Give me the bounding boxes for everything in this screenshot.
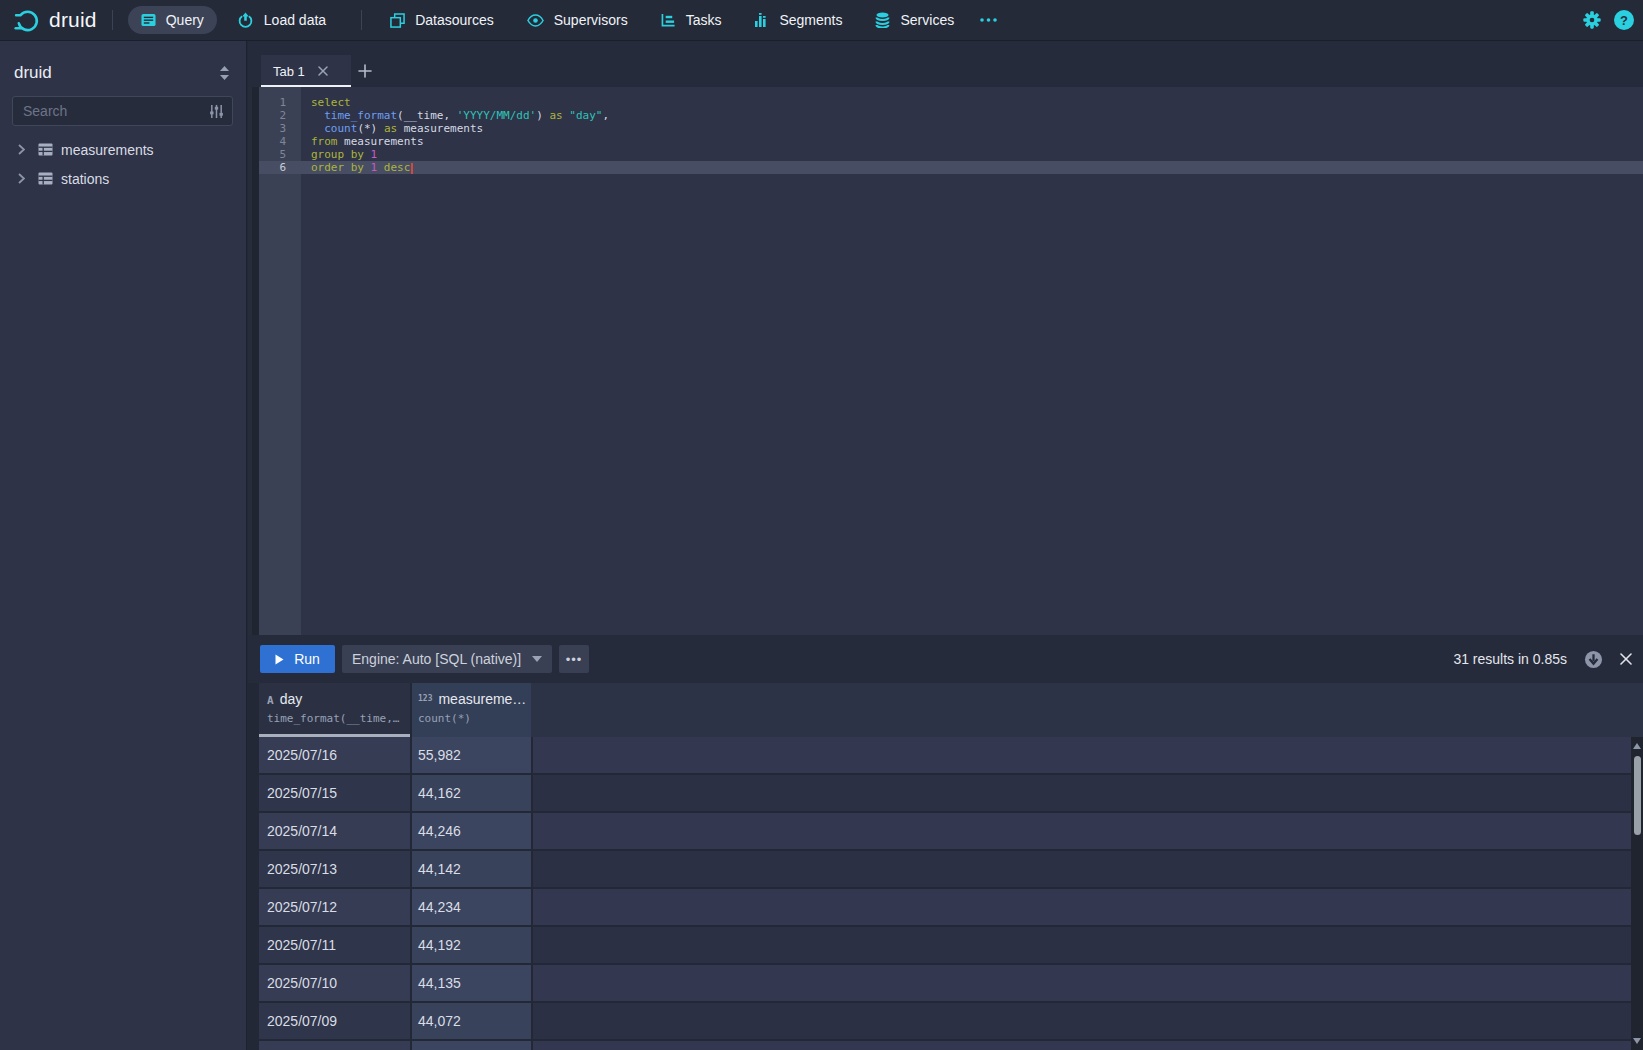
cell-measurements[interactable]: 44,142 [412, 851, 531, 887]
navbar: druid QueryLoad data DatasourcesSuperviso… [0, 0, 1643, 41]
table-icon [38, 143, 53, 156]
code-line-3[interactable]: 3 count(*) as measurements [259, 122, 1643, 135]
search-box [12, 96, 233, 126]
column-header-measurements[interactable]: 123measureme… count(*) [412, 683, 531, 737]
cell-measurements[interactable]: 55,982 [412, 737, 531, 773]
chevron-right-icon[interactable] [18, 144, 25, 155]
cell-measurements[interactable]: 44,246 [412, 813, 531, 849]
run-bar: Run Engine: Auto [SQL (native)] ••• 31 r… [248, 635, 1643, 683]
cell-day[interactable]: 2025/07/13 [259, 851, 410, 887]
engine-label: Engine: Auto [SQL (native)] [352, 651, 521, 667]
editor-left-margin [248, 87, 259, 635]
table-row[interactable]: 2025/07/1444,246 [259, 813, 1631, 849]
table-row[interactable]: 2025/07/0944,072 [259, 1003, 1631, 1039]
caret-down-icon [532, 656, 542, 662]
query-editor[interactable]: 1select2 time_format(__time, 'YYYY/MM/dd… [248, 87, 1643, 635]
cell-day[interactable]: 2025/07/11 [259, 927, 410, 963]
table-row[interactable]: 2025/07/1244,234 [259, 889, 1631, 925]
results-rows: 2025/07/1655,9822025/07/1544,1622025/07/… [259, 737, 1631, 1050]
cell-measurements[interactable]: 44,135 [412, 965, 531, 1001]
code-line-4[interactable]: 4from measurements [259, 135, 1643, 148]
table-row[interactable]: 2025/07/1144,192 [259, 927, 1631, 963]
search-input[interactable] [13, 103, 193, 119]
scroll-up-icon[interactable] [1633, 743, 1641, 749]
double-caret-vertical-icon[interactable] [219, 66, 230, 80]
services-icon [875, 12, 890, 28]
nav-item-datasources[interactable]: Datasources [377, 6, 507, 34]
cell-measurements[interactable]: 44,192 [412, 927, 531, 963]
results-scrollbar[interactable] [1631, 737, 1643, 1050]
nav-item-query[interactable]: Query [128, 6, 217, 34]
scrollbar-thumb[interactable] [1634, 756, 1641, 835]
chevron-right-icon[interactable] [18, 173, 25, 184]
more-options-button[interactable]: ••• [559, 645, 589, 673]
cell-day[interactable]: 2025/07/15 [259, 775, 410, 811]
nav-item-segments[interactable]: Segments [741, 6, 855, 34]
cell-measurements[interactable]: 44,162 [412, 775, 531, 811]
datasources-icon [390, 13, 405, 28]
supervisors-icon [527, 14, 544, 27]
sidebar: druid measurementsstations [0, 41, 247, 1050]
result-count: 31 results in 0.85s [1453, 651, 1567, 667]
table-row[interactable]: 2025/07/1344,142 [259, 851, 1631, 887]
add-tab-button[interactable] [349, 55, 381, 87]
cell-day[interactable]: 2025/07/16 [259, 737, 410, 773]
cell-day[interactable]: 2025/07/12 [259, 889, 410, 925]
tree-item-measurements[interactable]: measurements [0, 135, 246, 164]
gear-icon[interactable] [1583, 11, 1601, 29]
table-row[interactable]: 2025/07/1655,982 [259, 737, 1631, 773]
tree-item-stations[interactable]: stations [0, 164, 246, 193]
cell-day[interactable]: 2025/07/14 [259, 813, 410, 849]
tab-bar: Tab 1 [248, 41, 1643, 87]
query-icon [141, 13, 156, 27]
nav-item-tasks[interactable]: Tasks [648, 6, 735, 34]
engine-select[interactable]: Engine: Auto [SQL (native)] [342, 645, 552, 673]
cell-day[interactable]: 2025/07/09 [259, 1003, 410, 1039]
nav-item-services[interactable]: Services [862, 6, 967, 34]
segments-icon [754, 13, 769, 28]
tab-label: Tab 1 [273, 64, 305, 79]
cell-measurements[interactable]: 44,072 [412, 1003, 531, 1039]
cell-measurements[interactable]: 44,234 [412, 889, 531, 925]
results-header-filler [531, 683, 1643, 737]
table-row-partial [259, 1041, 1631, 1050]
close-results-icon[interactable] [1620, 653, 1632, 665]
code-line-5[interactable]: 5group by 1 [259, 148, 1643, 161]
nav-item-supervisors[interactable]: Supervisors [514, 6, 641, 34]
text-cursor [411, 163, 413, 174]
table-icon [38, 172, 53, 185]
more-icon [980, 18, 997, 22]
table-row[interactable]: 2025/07/1044,135 [259, 965, 1631, 1001]
nav-item-more[interactable] [974, 12, 1003, 28]
results-panel: Aday time_format(__time,… 123measureme… … [248, 683, 1643, 1050]
code-line-1[interactable]: 1select [259, 96, 1643, 109]
tab-close-icon[interactable] [318, 66, 328, 76]
load-data-icon [237, 12, 254, 29]
results-header: Aday time_format(__time,… 123measureme… … [259, 683, 1643, 737]
run-label: Run [294, 651, 320, 667]
tab-1[interactable]: Tab 1 [261, 55, 351, 87]
string-type-icon: A [267, 694, 274, 707]
number-type-icon: 123 [418, 694, 432, 703]
code-line-2[interactable]: 2 time_format(__time, 'YYYY/MM/dd') as "… [259, 109, 1643, 122]
filter-icon[interactable] [209, 104, 224, 123]
cell-day[interactable]: 2025/07/10 [259, 965, 410, 1001]
code-line-6[interactable]: 6order by 1 desc [259, 161, 1643, 174]
help-icon[interactable]: ? [1614, 10, 1634, 30]
nav-divider [112, 10, 113, 30]
logo-text: druid [49, 8, 97, 32]
druid-logo-icon [13, 7, 40, 34]
column-header-day[interactable]: Aday time_format(__time,… [259, 683, 410, 737]
druid-console: druid QueryLoad data DatasourcesSuperviso… [0, 0, 1643, 1050]
scroll-down-icon[interactable] [1633, 1038, 1641, 1044]
schema-title: druid [14, 63, 52, 83]
nav-item-load-data[interactable]: Load data [224, 6, 339, 35]
druid-logo[interactable]: druid [13, 7, 97, 34]
table-row[interactable]: 2025/07/1544,162 [259, 775, 1631, 811]
run-button[interactable]: Run [260, 645, 335, 673]
play-icon [275, 654, 284, 665]
nav-divider [361, 10, 362, 30]
download-icon[interactable] [1584, 650, 1603, 669]
tasks-icon [661, 13, 676, 27]
